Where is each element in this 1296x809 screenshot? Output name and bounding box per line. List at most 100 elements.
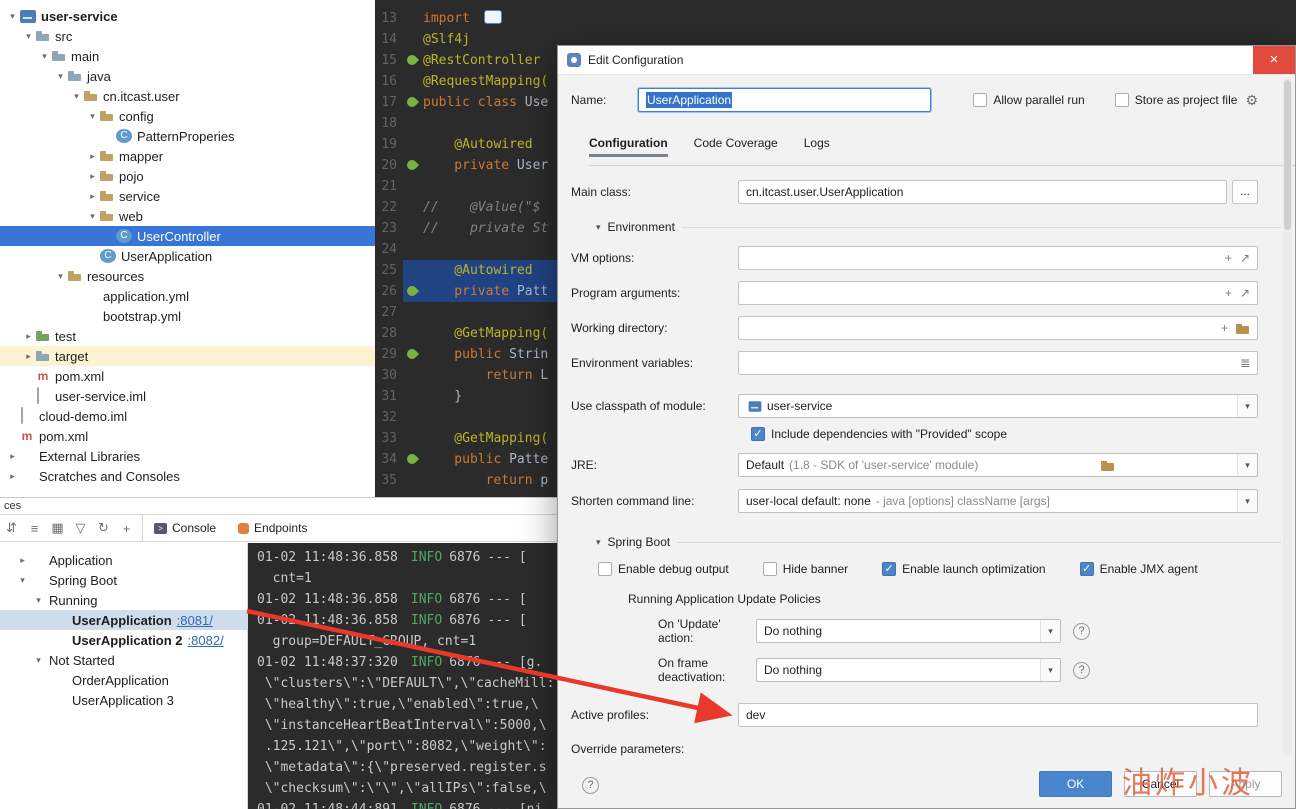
tree-item-user-service[interactable]: ▾ user-service xyxy=(0,6,375,26)
chevron-right-icon[interactable]: ▸ xyxy=(22,351,35,362)
tree-item-main[interactable]: ▾ main xyxy=(0,46,375,66)
on-frame-deactivation-select[interactable]: Do nothing ▾ xyxy=(756,658,1061,682)
spring-bean-icon[interactable] xyxy=(404,94,420,110)
enable-debug-output-checkbox[interactable]: Enable debug output xyxy=(598,562,729,576)
spring-bean-icon[interactable] xyxy=(404,52,420,68)
name-input[interactable]: UserApplication xyxy=(638,88,932,112)
chevron-down-icon[interactable]: ▾ xyxy=(16,575,29,586)
tree-item-cloud-demo-iml[interactable]: cloud-demo.iml xyxy=(0,406,375,426)
add-icon[interactable]: + xyxy=(115,521,138,536)
expand-icon[interactable]: ↗ xyxy=(1240,286,1250,300)
working-directory-input[interactable]: + xyxy=(738,316,1258,340)
help-icon[interactable]: ? xyxy=(1073,661,1090,679)
jre-select[interactable]: Default (1.8 - SDK of 'user-service' mod… xyxy=(738,453,1258,477)
tree-item-mapper[interactable]: ▸ mapper xyxy=(0,146,375,166)
chevron-right-icon[interactable]: ▸ xyxy=(22,331,35,342)
chevron-down-icon[interactable]: ▾ xyxy=(32,655,45,666)
chevron-down-icon[interactable]: ▾ xyxy=(38,51,51,62)
chevron-down-icon[interactable]: ▾ xyxy=(6,11,19,22)
run-dashboard-tree[interactable]: ▸ Application ▾ Spring Boot ▾ Running Us… xyxy=(0,543,248,809)
run-item-userapplication3[interactable]: UserApplication 3 xyxy=(0,690,247,710)
tree-item-application-yml[interactable]: application.yml xyxy=(0,286,375,306)
spring-bean-icon[interactable] xyxy=(404,451,420,467)
tree-item-usercontroller[interactable]: UserController xyxy=(0,226,375,246)
group-icon[interactable]: ≡ xyxy=(23,521,46,536)
store-as-project-file-checkbox[interactable]: Store as project file xyxy=(1114,93,1237,107)
environment-section-header[interactable]: ▾ Environment xyxy=(596,220,1281,234)
grid-icon[interactable]: ▦ xyxy=(46,520,69,536)
tree-item-target[interactable]: ▸ target xyxy=(0,346,375,366)
tree-item-java[interactable]: ▾ java xyxy=(0,66,375,86)
spring-bean-icon[interactable] xyxy=(404,346,420,362)
tree-item-pojo[interactable]: ▸ pojo xyxy=(0,166,375,186)
app-port-link[interactable]: :8081/ xyxy=(177,613,213,628)
collapse-icon[interactable]: ▾ xyxy=(596,537,601,548)
tab-console[interactable]: > Console xyxy=(143,515,227,542)
chevron-down-icon[interactable]: ▾ xyxy=(22,31,35,42)
enable-jmx-agent-checkbox[interactable]: ✓ Enable JMX agent xyxy=(1079,562,1198,576)
chevron-down-icon[interactable]: ▾ xyxy=(70,91,83,102)
chevron-down-icon[interactable]: ▾ xyxy=(54,271,67,282)
run-item-not-started[interactable]: ▾ Not Started xyxy=(0,650,247,670)
program-arguments-input[interactable]: + ↗ xyxy=(738,281,1258,305)
services-panel-tab[interactable]: ces xyxy=(0,498,557,515)
project-tree-panel[interactable]: ▾ user-service ▾ src ▾ main ▾ java ▾ cn.… xyxy=(0,0,375,497)
tree-item-root-pom-xml[interactable]: pom.xml xyxy=(0,426,375,446)
chevron-down-icon[interactable]: ▾ xyxy=(32,595,45,606)
tree-item-user-service-iml[interactable]: user-service.iml xyxy=(0,386,375,406)
chevron-right-icon[interactable]: ▸ xyxy=(86,171,99,182)
allow-parallel-run-checkbox[interactable]: Allow parallel run xyxy=(973,93,1085,107)
run-item-userapplication2-8082[interactable]: UserApplication 2 :8082/ xyxy=(0,630,247,650)
filter-icon[interactable]: ▽ xyxy=(69,520,92,536)
tree-item-src[interactable]: ▾ src xyxy=(0,26,375,46)
dialog-titlebar[interactable]: Edit Configuration xyxy=(558,46,1295,75)
close-icon[interactable]: × xyxy=(1253,46,1295,74)
app-port-link[interactable]: :8082/ xyxy=(188,633,224,648)
collapse-icon[interactable]: ▾ xyxy=(596,222,601,233)
tab-configuration[interactable]: Configuration xyxy=(589,136,668,157)
classpath-module-select[interactable]: user-service ▾ xyxy=(738,394,1258,418)
vm-options-input[interactable]: + ↗ xyxy=(738,246,1258,270)
tree-item-web[interactable]: ▾ web xyxy=(0,206,375,226)
tab-code-coverage[interactable]: Code Coverage xyxy=(694,136,778,157)
include-provided-scope-checkbox[interactable]: ✓ Include dependencies with "Provided" s… xyxy=(751,427,1295,441)
add-icon[interactable]: + xyxy=(1221,321,1228,335)
spring-boot-section-header[interactable]: ▾ Spring Boot xyxy=(596,535,1281,549)
tab-logs[interactable]: Logs xyxy=(804,136,830,157)
run-item-orderapplication[interactable]: OrderApplication xyxy=(0,670,247,690)
gear-icon[interactable]: ⚙ xyxy=(1245,92,1258,109)
on-update-action-select[interactable]: Do nothing ▾ xyxy=(756,619,1061,643)
ok-button[interactable]: OK xyxy=(1039,771,1112,797)
tree-item-package[interactable]: ▾ cn.itcast.user xyxy=(0,86,375,106)
refresh-icon[interactable]: ↻ xyxy=(92,520,115,536)
run-item-running[interactable]: ▾ Running xyxy=(0,590,247,610)
folder-icon[interactable] xyxy=(1100,460,1115,471)
main-class-input[interactable]: cn.itcast.user.UserApplication xyxy=(738,180,1227,204)
spring-bean-icon[interactable] xyxy=(404,283,420,299)
tree-item-external-libraries[interactable]: ▸ External Libraries xyxy=(0,446,375,466)
chevron-right-icon[interactable]: ▸ xyxy=(86,191,99,202)
chevron-right-icon[interactable]: ▸ xyxy=(86,151,99,162)
chevron-right-icon[interactable]: ▸ xyxy=(16,555,29,566)
spring-bean-icon[interactable] xyxy=(404,157,420,173)
enable-launch-optimization-checkbox[interactable]: ✓ Enable launch optimization xyxy=(882,562,1046,576)
chevron-right-icon[interactable]: ▸ xyxy=(6,471,19,482)
tree-item-patternproperies[interactable]: PatternProperies xyxy=(0,126,375,146)
browse-button[interactable]: ... xyxy=(1232,180,1258,204)
run-item-userapplication-8081[interactable]: UserApplication :8081/ xyxy=(0,610,247,630)
tree-item-scratches[interactable]: ▸ Scratches and Consoles xyxy=(0,466,375,486)
sort-icon[interactable]: ⇵ xyxy=(0,520,23,536)
tree-item-bootstrap-yml[interactable]: bootstrap.yml xyxy=(0,306,375,326)
hide-banner-checkbox[interactable]: Hide banner xyxy=(762,562,848,576)
shorten-command-line-select[interactable]: user-local default: none - java [options… xyxy=(738,489,1258,513)
tree-item-pom-xml[interactable]: pom.xml xyxy=(0,366,375,386)
folder-icon[interactable] xyxy=(1236,323,1250,334)
active-profiles-input[interactable]: dev xyxy=(738,703,1258,727)
add-icon[interactable]: + xyxy=(1225,251,1232,265)
add-icon[interactable]: + xyxy=(1225,286,1232,300)
chevron-down-icon[interactable]: ▾ xyxy=(54,71,67,82)
expand-icon[interactable]: ↗ xyxy=(1240,251,1250,265)
dialog-scrollbar[interactable] xyxy=(1283,78,1292,756)
tree-item-config[interactable]: ▾ config xyxy=(0,106,375,126)
list-icon[interactable]: ≣ xyxy=(1240,356,1250,370)
